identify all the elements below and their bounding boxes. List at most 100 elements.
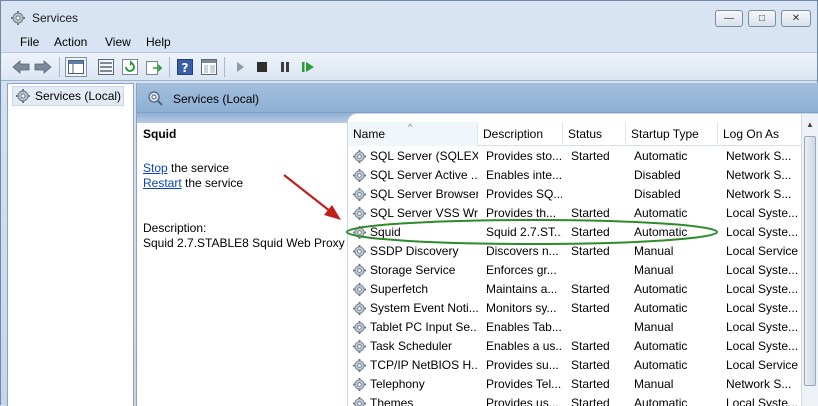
cell-status: Started	[571, 244, 610, 258]
description-text: Squid 2.7.STABLE8 Squid Web Proxy	[143, 236, 345, 250]
cell-log-on-as: Local Syste...	[726, 301, 799, 315]
cell-status: Started	[571, 377, 610, 391]
restart-service-button[interactable]	[299, 58, 317, 76]
cell-description: Maintains a...	[486, 282, 558, 296]
minimize-button[interactable]: —	[715, 10, 743, 27]
cell-status: Started	[571, 339, 610, 353]
menu-view[interactable]: View	[105, 35, 131, 49]
table-row[interactable]: Task Scheduler Enables a us... Started Auto…	[348, 337, 818, 356]
properties-list-button[interactable]	[97, 58, 115, 76]
cell-status	[571, 187, 631, 203]
cell-startup-type: Automatic	[634, 206, 688, 220]
minimize-icon: —	[724, 13, 734, 24]
start-service-icon	[237, 62, 244, 72]
cell-description: Provides sto...	[486, 149, 562, 163]
table-row[interactable]: SQL Server VSS Wr... Provides th... Starte…	[348, 204, 818, 223]
cell-log-on-as: Local Syste...	[726, 263, 799, 277]
column-startup-type[interactable]: Startup Type	[626, 122, 718, 146]
stop-service-link[interactable]: Stop	[143, 161, 168, 175]
sort-ascending-icon: ^	[408, 122, 413, 132]
cell-description: Provides th...	[486, 206, 557, 220]
menu-action[interactable]: Action	[54, 35, 87, 49]
table-row[interactable]: Telephony Provides Tel... Started Manual Net…	[348, 375, 818, 394]
table-row[interactable]: Themes Provides us... Started Automatic Loca…	[348, 394, 818, 406]
cell-description: Monitors sy...	[486, 301, 557, 315]
service-gear-icon	[352, 244, 367, 259]
column-description[interactable]: Description	[478, 122, 563, 146]
vertical-scrollbar[interactable]: ▲	[801, 114, 818, 406]
column-name[interactable]: ^ Name	[348, 122, 478, 146]
cell-startup-type: Automatic	[634, 301, 688, 315]
services-window: Services — □ ✕ File Action View Help ? S…	[0, 0, 818, 406]
service-gear-icon	[352, 149, 367, 164]
title-bar[interactable]: Services — □ ✕	[1, 1, 817, 32]
cell-name: SQL Server Active ...	[370, 168, 478, 182]
cell-name: Tablet PC Input Se...	[370, 320, 478, 334]
cell-status: Started	[571, 225, 610, 239]
cell-status	[571, 320, 631, 336]
pause-service-icon	[281, 62, 289, 72]
table-row[interactable]: System Event Noti... Monitors sy... Starte…	[348, 299, 818, 318]
pause-service-button[interactable]	[276, 58, 294, 76]
scroll-up-icon[interactable]: ▲	[802, 116, 818, 133]
table-row[interactable]: SQL Server (SQLEX... Provides sto... Start…	[348, 147, 818, 166]
table-row[interactable]: SQL Server Active ... Enables inte... Disa…	[348, 166, 818, 185]
cell-status: Started	[571, 206, 610, 220]
cell-log-on-as: Network S...	[726, 149, 792, 163]
services-gear-icon	[11, 11, 25, 25]
cell-name: System Event Noti...	[370, 301, 478, 315]
show-console-tree-icon	[68, 60, 84, 74]
tree-item-services-local[interactable]: Services (Local)	[12, 86, 124, 106]
service-gear-icon	[352, 358, 367, 373]
cell-description: Enforces gr...	[486, 263, 557, 277]
tree-item-label: Services (Local)	[35, 89, 122, 103]
table-row[interactable]: SSDP Discovery Discovers n... Started Manua…	[348, 242, 818, 261]
cell-startup-type: Automatic	[634, 358, 688, 372]
maximize-button[interactable]: □	[748, 10, 776, 27]
restart-service-link[interactable]: Restart	[143, 176, 182, 190]
forward-button[interactable]	[34, 58, 52, 76]
cell-log-on-as: Network S...	[726, 377, 792, 391]
menu-file[interactable]: File	[20, 35, 39, 49]
cell-startup-type: Automatic	[634, 149, 688, 163]
service-gear-icon	[352, 339, 367, 354]
services-list: ^ Name Description Status Startup Type L…	[347, 113, 818, 406]
cell-name: Telephony	[370, 377, 425, 391]
column-status[interactable]: Status	[563, 122, 626, 146]
maximize-icon: □	[758, 13, 766, 24]
table-row[interactable]: TCP/IP NetBIOS H... Provides su... Started…	[348, 356, 818, 375]
cell-status: Started	[571, 149, 610, 163]
cell-log-on-as: Local Syste...	[726, 320, 799, 334]
back-button[interactable]	[12, 58, 30, 76]
forward-icon	[34, 60, 52, 74]
menu-help[interactable]: Help	[146, 35, 171, 49]
close-button[interactable]: ✕	[781, 10, 811, 27]
stop-service-button[interactable]	[253, 58, 271, 76]
scrollbar-thumb[interactable]	[804, 136, 816, 386]
cell-startup-type: Manual	[634, 320, 674, 334]
refresh-button[interactable]	[121, 58, 139, 76]
console-view-button[interactable]	[200, 58, 218, 76]
cell-startup-type: Disabled	[634, 168, 681, 182]
export-list-button[interactable]	[145, 58, 163, 76]
cell-log-on-as: Network S...	[726, 168, 792, 182]
column-log-on-as[interactable]: Log On As	[718, 122, 808, 146]
table-row[interactable]: Superfetch Maintains a... Started Automatic…	[348, 280, 818, 299]
stop-service-suffix: the service	[167, 161, 230, 175]
service-gear-icon	[352, 282, 367, 297]
show-console-tree-button[interactable]	[65, 57, 87, 77]
help-button[interactable]: ?	[176, 58, 194, 76]
cell-status: Started	[571, 301, 610, 315]
column-name-label: Name	[353, 127, 386, 141]
cell-name: SSDP Discovery	[370, 244, 459, 258]
help-icon: ?	[177, 59, 193, 75]
restart-service-line: Restart the service	[143, 176, 243, 190]
service-gear-icon	[352, 301, 367, 316]
start-service-button[interactable]	[231, 58, 249, 76]
table-row[interactable]: Storage Service Enforces gr... Manual Local…	[348, 261, 818, 280]
table-row[interactable]: Squid Squid 2.7.ST... Started Automatic Loca…	[348, 223, 818, 242]
cell-description: Provides SQ...	[486, 187, 562, 201]
table-row[interactable]: SQL Server Browser Provides SQ... Disabled…	[348, 185, 818, 204]
refresh-icon	[122, 59, 138, 75]
table-row[interactable]: Tablet PC Input Se... Enables Tab... Manua…	[348, 318, 818, 337]
